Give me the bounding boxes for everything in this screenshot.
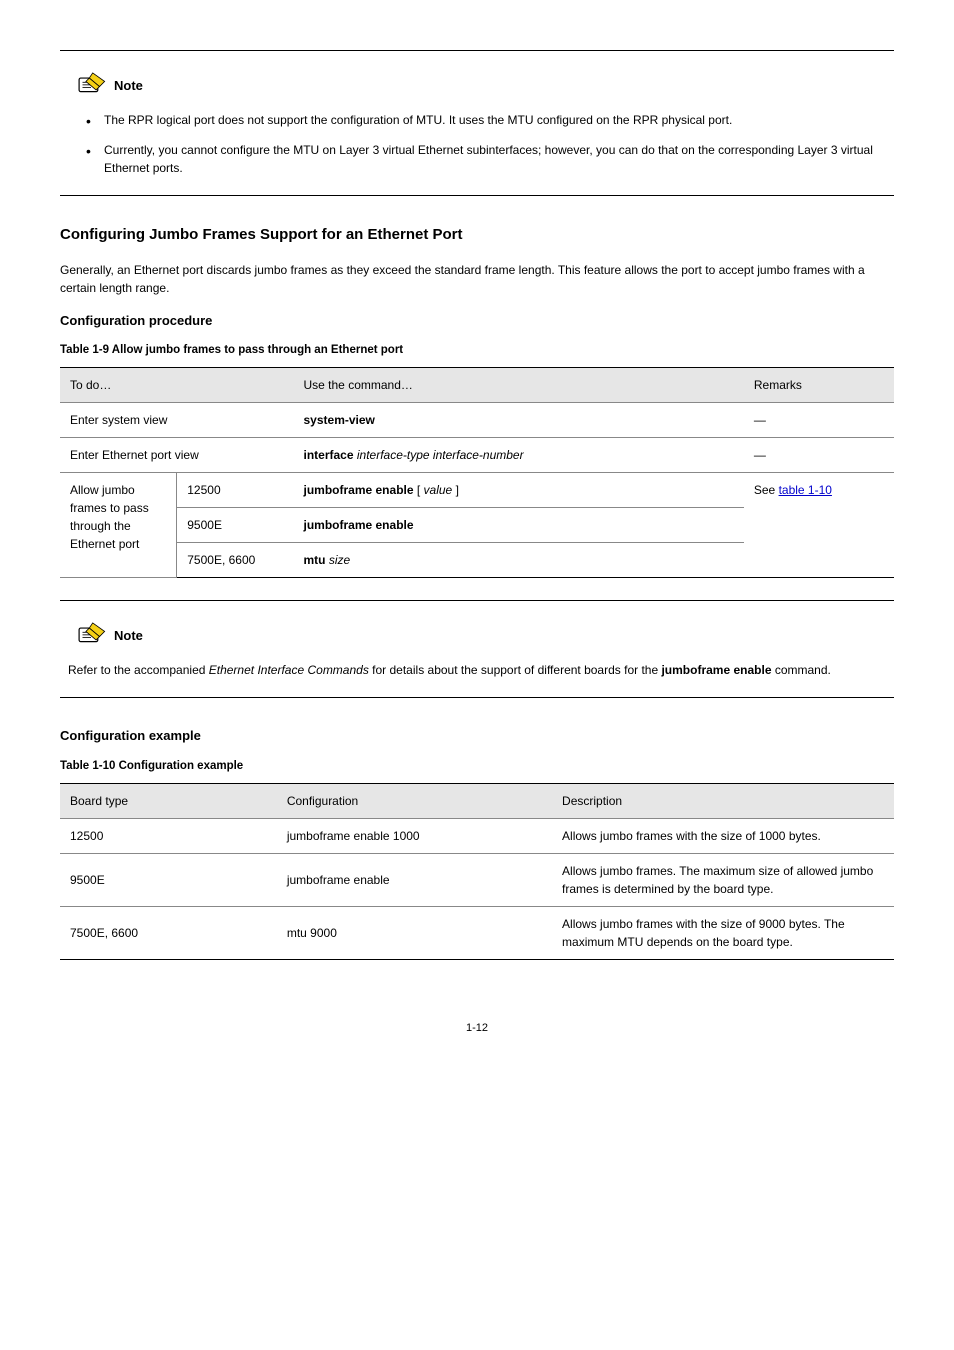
cell-command: jumboframe enable [294,508,744,543]
cell-board-type: 7500E, 6600 [60,907,277,960]
note-label-1: Note [114,76,143,98]
divider-top-1 [60,50,894,51]
table-row: Enter system view system-view — [60,403,894,438]
cell-board: 7500E, 6600 [177,543,294,578]
cell-description: Allows jumbo frames. The maximum size of… [552,854,894,907]
note-frag: for details about the support of differe… [369,663,662,677]
section-body-text: Generally, an Ethernet port discards jum… [60,261,894,297]
table-header-row: Board type Configuration Description [60,784,894,819]
cell-todo-group: Allow jumbo frames to pass through the E… [60,473,177,578]
subsection-heading-example: Configuration example [60,726,894,746]
cell-todo: Enter Ethernet port view [60,438,294,473]
cell-command: mtu size [294,543,744,578]
table-caption-text: Configuration example [115,760,243,772]
divider-top-2 [60,600,894,601]
note-frag: command. [772,663,831,677]
cmd-bold: mtu [304,553,329,567]
cell-command: system-view [294,403,744,438]
subsection-heading-procedure: Configuration procedure [60,311,894,331]
divider-bottom-1 [60,195,894,196]
table-caption-2: Table 1-10 Configuration example [60,758,894,775]
cmd-bold: interface [304,448,357,462]
table-row: 7500E, 6600 mtu 9000 Allows jumbo frames… [60,907,894,960]
cell-board-type: 9500E [60,854,277,907]
cell-board-type: 12500 [60,819,277,854]
cell-todo: Enter system view [60,403,294,438]
table-row: Allow jumbo frames to pass through the E… [60,473,894,508]
table-row: Enter Ethernet port view interface inter… [60,438,894,473]
table-caption-1: Table 1-9 Allow jumbo frames to pass thr… [60,342,894,359]
cell-configuration: mtu 9000 [277,907,552,960]
note-text-2: Refer to the accompanied Ethernet Interf… [68,661,894,679]
cell-remarks-group: See table 1-10 [744,473,894,578]
cell-description: Allows jumbo frames with the size of 900… [552,907,894,960]
pencil-note-icon [74,71,108,97]
table-row: 9500E jumboframe enable Allows jumbo fra… [60,854,894,907]
table-header-row: To do… Use the command… Remarks [60,368,894,403]
table-config-example: Board type Configuration Description 125… [60,783,894,960]
remarks-text: See [754,483,779,497]
th-description: Description [552,784,894,819]
cell-remarks: — [744,403,894,438]
divider-bottom-2 [60,697,894,698]
th-configuration: Configuration [277,784,552,819]
table-jumbo-config: To do… Use the command… Remarks Enter sy… [60,367,894,578]
cell-remarks: — [744,438,894,473]
cell-configuration: jumboframe enable 1000 [277,819,552,854]
cell-command: interface interface-type interface-numbe… [294,438,744,473]
cmd-bold: jumboframe enable [304,483,417,497]
table-caption-label: Table 1-10 [60,760,115,772]
note-frag: Refer to the accompanied [68,663,209,677]
cmd-arg: size [329,553,350,567]
cmd-bold: jumboframe enable [304,518,414,532]
cmd-arg: [ value ] [417,483,459,497]
remarks-link[interactable]: table 1-10 [779,483,832,497]
note-frag-bold: jumboframe enable [661,663,771,677]
note-header-2: Note [74,621,894,647]
table-caption-label: Table 1-9 [60,344,109,356]
page-number: 1-12 [60,1020,894,1037]
pencil-note-icon [74,621,108,647]
note-bullet-item: The RPR logical port does not support th… [86,111,894,129]
cell-configuration: jumboframe enable [277,854,552,907]
cell-description: Allows jumbo frames with the size of 100… [552,819,894,854]
section-heading-jumbo: Configuring Jumbo Frames Support for an … [60,224,894,247]
cmd-arg: interface-type interface-number [357,448,524,462]
th-board-type: Board type [60,784,277,819]
th-todo: To do… [60,368,294,403]
th-remarks: Remarks [744,368,894,403]
cell-board: 9500E [177,508,294,543]
table-caption-text: Allow jumbo frames to pass through an Et… [109,344,403,356]
cell-board: 12500 [177,473,294,508]
table-row: 12500 jumboframe enable 1000 Allows jumb… [60,819,894,854]
note-frag-italic: Ethernet Interface Commands [209,663,369,677]
note-header-1: Note [74,71,894,97]
th-command: Use the command… [294,368,744,403]
note-label-2: Note [114,626,143,648]
cmd-bold: system-view [304,413,375,427]
note-block-2: Note Refer to the accompanied Ethernet I… [68,621,894,679]
note-block-1: Note The RPR logical port does not suppo… [68,71,894,177]
cmd-arg-inner: value [424,483,453,497]
cell-command: jumboframe enable [ value ] [294,473,744,508]
note-bullet-list-1: The RPR logical port does not support th… [68,111,894,177]
note-bullet-item: Currently, you cannot configure the MTU … [86,141,894,177]
